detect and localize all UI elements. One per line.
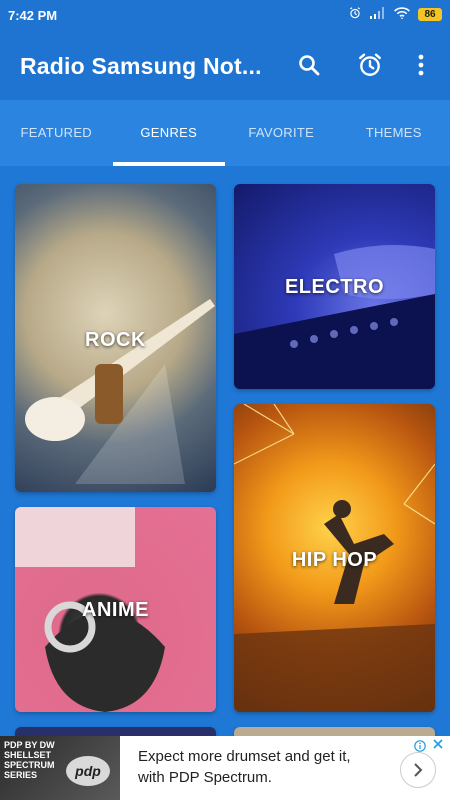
- tab-genres[interactable]: GENRES: [112, 100, 226, 166]
- search-button[interactable]: [294, 50, 324, 80]
- genre-label-rock: ROCK: [85, 329, 146, 351]
- genre-card-electro[interactable]: ELECTRO: [234, 184, 435, 389]
- tab-themes[interactable]: THEMES: [338, 100, 450, 166]
- status-bar: 7:42 PM 86: [0, 0, 450, 32]
- tab-featured[interactable]: FEATURED: [0, 100, 113, 166]
- ad-brand-text: PDP BY DW SHELLSET SPECTRUM SERIES: [4, 740, 55, 780]
- ad-close-icon[interactable]: [432, 738, 444, 750]
- overflow-menu-button[interactable]: [406, 50, 436, 80]
- ad-banner[interactable]: PDP BY DW SHELLSET SPECTRUM SERIES pdp E…: [0, 736, 450, 800]
- ad-logo: pdp: [66, 756, 110, 786]
- ad-image: PDP BY DW SHELLSET SPECTRUM SERIES pdp: [0, 736, 120, 800]
- more-vertical-icon: [418, 54, 424, 76]
- genre-card-anime[interactable]: ANIME: [15, 507, 216, 712]
- alarm-button[interactable]: [355, 50, 385, 80]
- tab-bar: FEATURED GENRES FAVORITE THEMES: [0, 100, 450, 166]
- genre-card-partial[interactable]: [234, 727, 435, 736]
- ad-open-button[interactable]: [400, 752, 436, 788]
- app-title: Radio Samsung Not...: [20, 53, 262, 79]
- genre-label-electro: ELECTRO: [284, 276, 385, 298]
- app-bar: Radio Samsung Not...: [0, 32, 450, 100]
- search-icon: [299, 55, 320, 76]
- signal-icon: [370, 7, 386, 22]
- genre-grid: ROCK ELECTRO ANIME HIP HOP: [0, 166, 450, 736]
- alarm-status-icon: [348, 6, 362, 23]
- battery-icon: 86: [418, 8, 442, 21]
- genre-card-hiphop[interactable]: HIP HOP: [234, 404, 435, 712]
- genre-card-rock[interactable]: ROCK: [15, 184, 216, 492]
- wifi-icon: [394, 7, 410, 22]
- genre-label-hiphop: HIP HOP: [291, 549, 378, 571]
- alarm-clock-icon: [359, 53, 381, 76]
- tab-favorite[interactable]: FAVORITE: [225, 100, 338, 166]
- chevron-right-icon: [414, 763, 423, 777]
- genre-label-anime: ANIME: [82, 599, 149, 621]
- status-time: 7:42 PM: [8, 8, 58, 23]
- genre-card-partial[interactable]: [15, 727, 216, 736]
- status-icons: 86: [348, 6, 442, 23]
- ad-info-icon[interactable]: [414, 740, 426, 752]
- ad-text: Expect more drumset and get it, with PDP…: [138, 748, 351, 786]
